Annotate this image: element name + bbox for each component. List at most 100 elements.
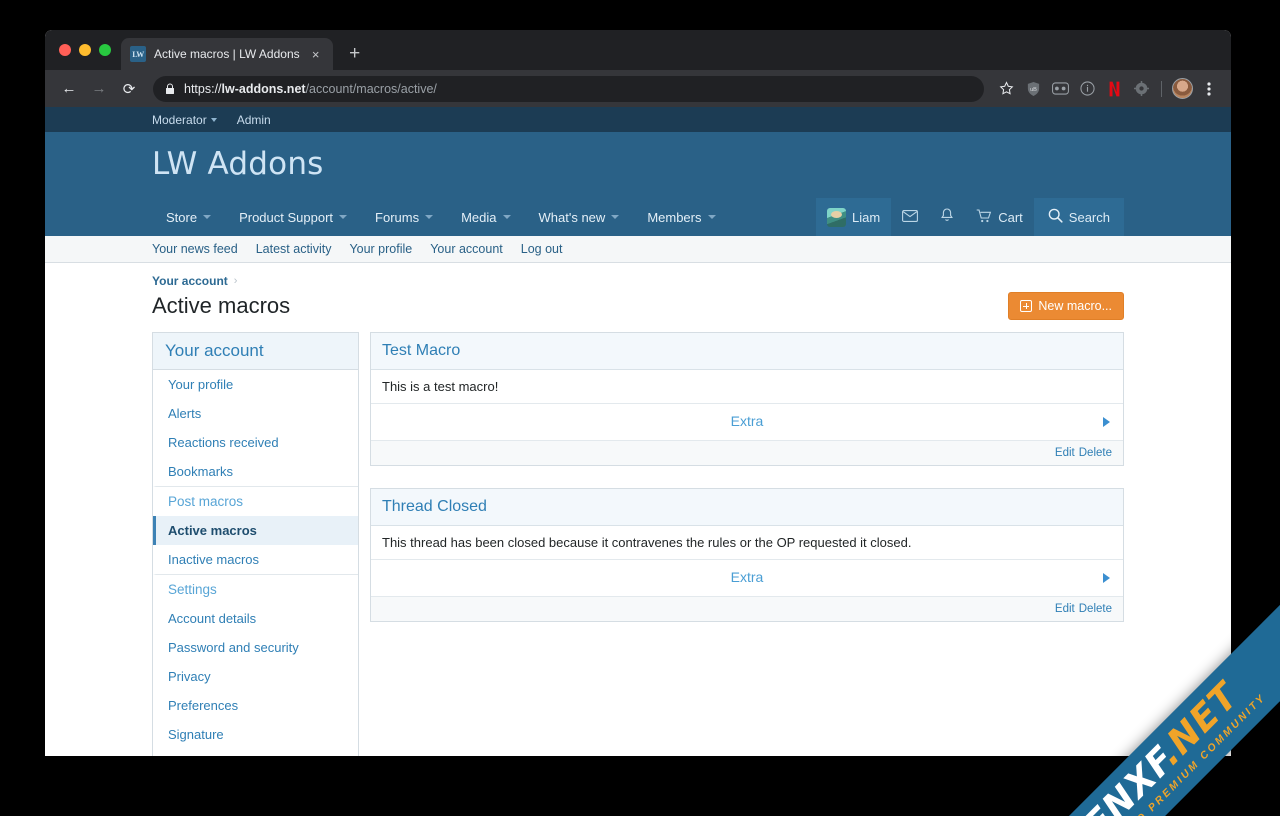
nav-item-store[interactable]: Store <box>152 198 225 236</box>
desktop-background: LW Active macros | LW Addons × + ← → ⟳ h… <box>0 0 1280 816</box>
toolbar-divider <box>1161 80 1162 97</box>
favicon-icon: LW <box>130 46 146 62</box>
glasses-icon[interactable] <box>1048 77 1072 101</box>
subnav-item-your-profile[interactable]: Your profile <box>349 242 412 256</box>
nav-item-whats-new[interactable]: What's new <box>525 198 634 236</box>
sidebar-section-settings[interactable]: Settings <box>153 574 358 604</box>
close-window-button[interactable] <box>59 44 71 56</box>
nav-item-forums[interactable]: Forums <box>361 198 447 236</box>
site-header: LW Addons <box>45 132 1231 198</box>
nav-cart-button[interactable]: Cart <box>965 198 1034 236</box>
site-logo[interactable]: LW Addons <box>152 146 1231 182</box>
nav-item-label: What's new <box>538 209 606 225</box>
back-icon[interactable]: ← <box>55 75 83 103</box>
plus-icon <box>1020 300 1033 312</box>
new-tab-button[interactable]: + <box>341 40 369 68</box>
sidebar-header: Your account <box>153 333 358 370</box>
chrome-menu-icon[interactable] <box>1197 77 1221 101</box>
avatar <box>1171 78 1193 99</box>
address-bar[interactable]: https://lw-addons.net/account/macros/act… <box>153 75 984 102</box>
sidebar-item-connected-accounts[interactable]: Connected accounts <box>153 749 358 756</box>
chevron-down-icon <box>425 215 434 219</box>
subnav-item-your-account[interactable]: Your account <box>430 242 503 256</box>
macro-delete-link[interactable]: Delete <box>1079 447 1112 459</box>
new-macro-button-label: New macro... <box>1038 299 1112 313</box>
sidebar-section-post-macros[interactable]: Post macros <box>153 486 358 516</box>
nav-item-label: Members <box>647 209 702 225</box>
nav-alerts-button[interactable] <box>929 198 965 236</box>
new-macro-button[interactable]: New macro... <box>1008 292 1124 320</box>
breadcrumb-separator-icon: › <box>233 275 238 287</box>
breadcrumb-item-your-account[interactable]: Your account <box>152 274 228 288</box>
macro-actions: Edit Delete <box>371 441 1123 465</box>
window-controls <box>57 30 121 70</box>
chevron-down-icon <box>339 215 348 219</box>
cart-icon <box>976 208 992 226</box>
nav-search-button[interactable]: Search <box>1033 198 1124 236</box>
chevron-right-icon <box>1103 573 1110 583</box>
modbar-item-admin[interactable]: Admin <box>237 113 271 127</box>
chevron-down-icon <box>203 215 212 219</box>
sidebar-item-inactive-macros[interactable]: Inactive macros <box>153 545 358 574</box>
sidebar-item-password-and-security[interactable]: Password and security <box>153 633 358 662</box>
subnav-item-news-feed[interactable]: Your news feed <box>152 242 238 256</box>
macro-edit-link[interactable]: Edit <box>1055 447 1075 459</box>
macro-actions: Edit Delete <box>371 597 1123 621</box>
sidebar-item-bookmarks[interactable]: Bookmarks <box>153 457 358 486</box>
url-host: lw-addons.net <box>221 81 306 96</box>
nav-inbox-button[interactable] <box>891 198 929 236</box>
nav-item-label: Forums <box>375 209 420 225</box>
macro-extra-toggle[interactable]: Extra <box>371 560 1123 597</box>
macro-edit-link[interactable]: Edit <box>1055 603 1075 615</box>
nav-item-members[interactable]: Members <box>633 198 729 236</box>
nav-user-menu[interactable]: Liam <box>816 198 892 236</box>
url-path: /account/macros/active/ <box>305 81 437 96</box>
sidebar-item-alerts[interactable]: Alerts <box>153 399 358 428</box>
tab-title: Active macros | LW Addons <box>154 47 300 61</box>
modbar-item-moderator[interactable]: Moderator <box>152 113 217 127</box>
nav-item-label: Product Support <box>239 209 334 225</box>
nav-item-product-support[interactable]: Product Support <box>225 198 361 236</box>
search-icon <box>1048 208 1063 226</box>
moderator-bar: Moderator Admin <box>45 107 1231 132</box>
macro-body: This is a test macro! <box>371 370 1123 404</box>
nav-cart-label: Cart <box>998 209 1023 225</box>
chevron-down-icon <box>611 215 620 219</box>
sidebar-item-your-profile[interactable]: Your profile <box>153 370 358 399</box>
bell-icon <box>940 208 954 226</box>
page-content: Your account › Active macros New macro..… <box>45 263 1231 756</box>
macro-title: Test Macro <box>371 333 1123 370</box>
breadcrumb: Your account › <box>152 263 1124 292</box>
sidebar-item-reactions-received[interactable]: Reactions received <box>153 428 358 457</box>
user-avatar <box>827 207 847 227</box>
macro-card: Thread Closed This thread has been close… <box>370 488 1124 622</box>
nav-item-media[interactable]: Media <box>447 198 524 236</box>
close-tab-icon[interactable]: × <box>308 48 324 61</box>
macro-title: Thread Closed <box>371 489 1123 526</box>
subnav-item-latest-activity[interactable]: Latest activity <box>256 242 332 256</box>
sidebar-item-preferences[interactable]: Preferences <box>153 691 358 720</box>
netflix-icon[interactable] <box>1102 77 1126 101</box>
macro-delete-link[interactable]: Delete <box>1079 603 1112 615</box>
sidebar-item-privacy[interactable]: Privacy <box>153 662 358 691</box>
minimize-window-button[interactable] <box>79 44 91 56</box>
extension-icon[interactable] <box>1129 77 1153 101</box>
macro-extra-toggle[interactable]: Extra <box>371 404 1123 441</box>
info-icon[interactable] <box>1075 77 1099 101</box>
subnav-item-log-out[interactable]: Log out <box>521 242 563 256</box>
chevron-down-icon <box>707 215 716 219</box>
star-icon[interactable] <box>994 77 1018 101</box>
macro-card: Test Macro This is a test macro! Extra E… <box>370 332 1124 466</box>
forward-icon[interactable]: → <box>85 75 113 103</box>
maximize-window-button[interactable] <box>99 44 111 56</box>
svg-text:uB: uB <box>1030 86 1037 92</box>
profile-avatar[interactable] <box>1170 77 1194 101</box>
shield-icon[interactable]: uB <box>1021 77 1045 101</box>
sidebar-item-active-macros[interactable]: Active macros <box>153 516 358 545</box>
reload-icon[interactable]: ⟳ <box>115 75 143 103</box>
chevron-down-icon <box>502 215 511 219</box>
sidebar-item-account-details[interactable]: Account details <box>153 604 358 633</box>
sidebar-item-signature[interactable]: Signature <box>153 720 358 749</box>
nav-username: Liam <box>852 209 881 225</box>
browser-tab-active[interactable]: LW Active macros | LW Addons × <box>121 38 333 70</box>
